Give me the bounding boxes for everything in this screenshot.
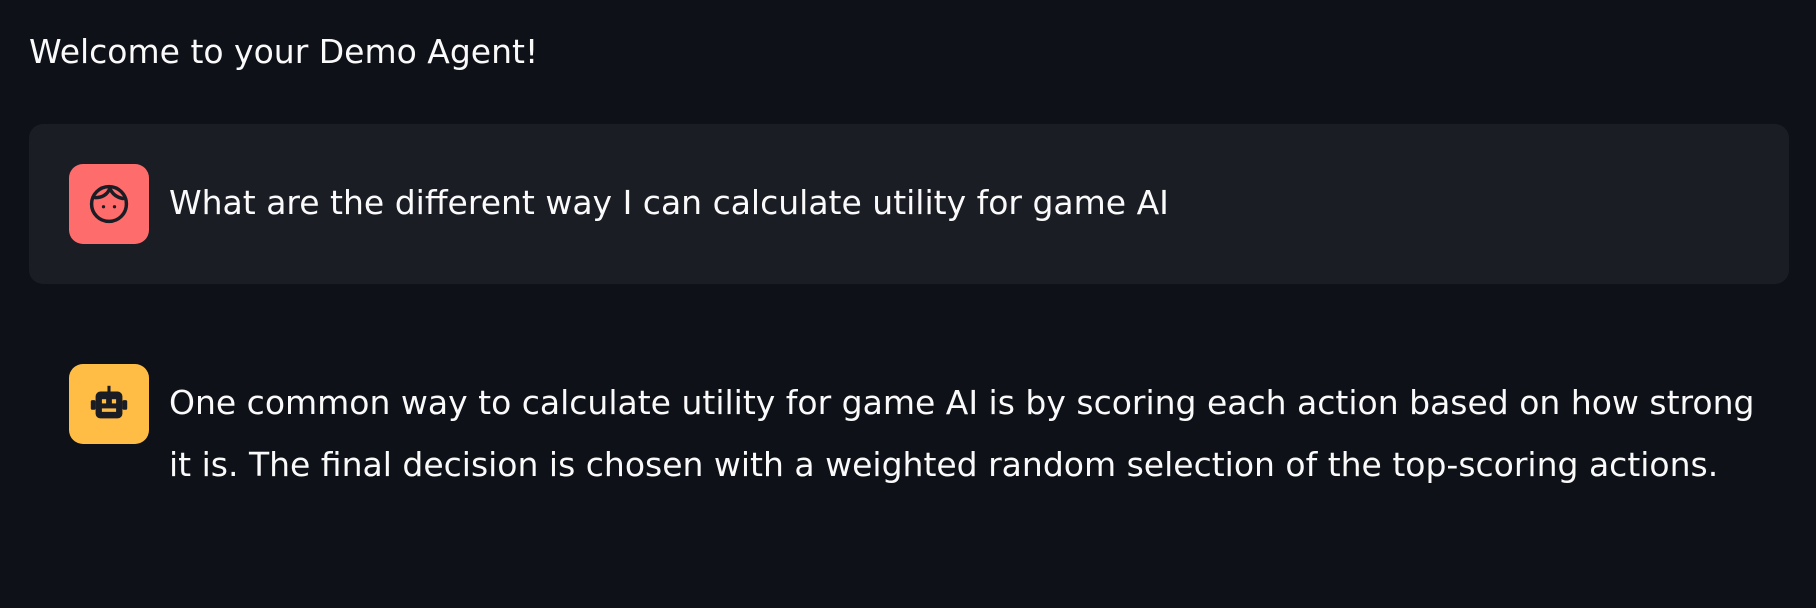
user-message-text: What are the different way I can calcula…: [169, 183, 1169, 222]
chat-message-assistant: One common way to calculate utility for …: [29, 324, 1789, 504]
welcome-heading: Welcome to your Demo Agent!: [29, 32, 539, 71]
assistant-avatar: [69, 364, 149, 444]
assistant-message-text: One common way to calculate utility for …: [169, 383, 1755, 484]
robot-icon: [86, 381, 132, 427]
user-avatar: [69, 164, 149, 244]
user-face-icon: [87, 182, 131, 226]
chat-message-user: What are the different way I can calcula…: [29, 124, 1789, 284]
chat-page: Welcome to your Demo Agent! What are the…: [0, 0, 1816, 608]
